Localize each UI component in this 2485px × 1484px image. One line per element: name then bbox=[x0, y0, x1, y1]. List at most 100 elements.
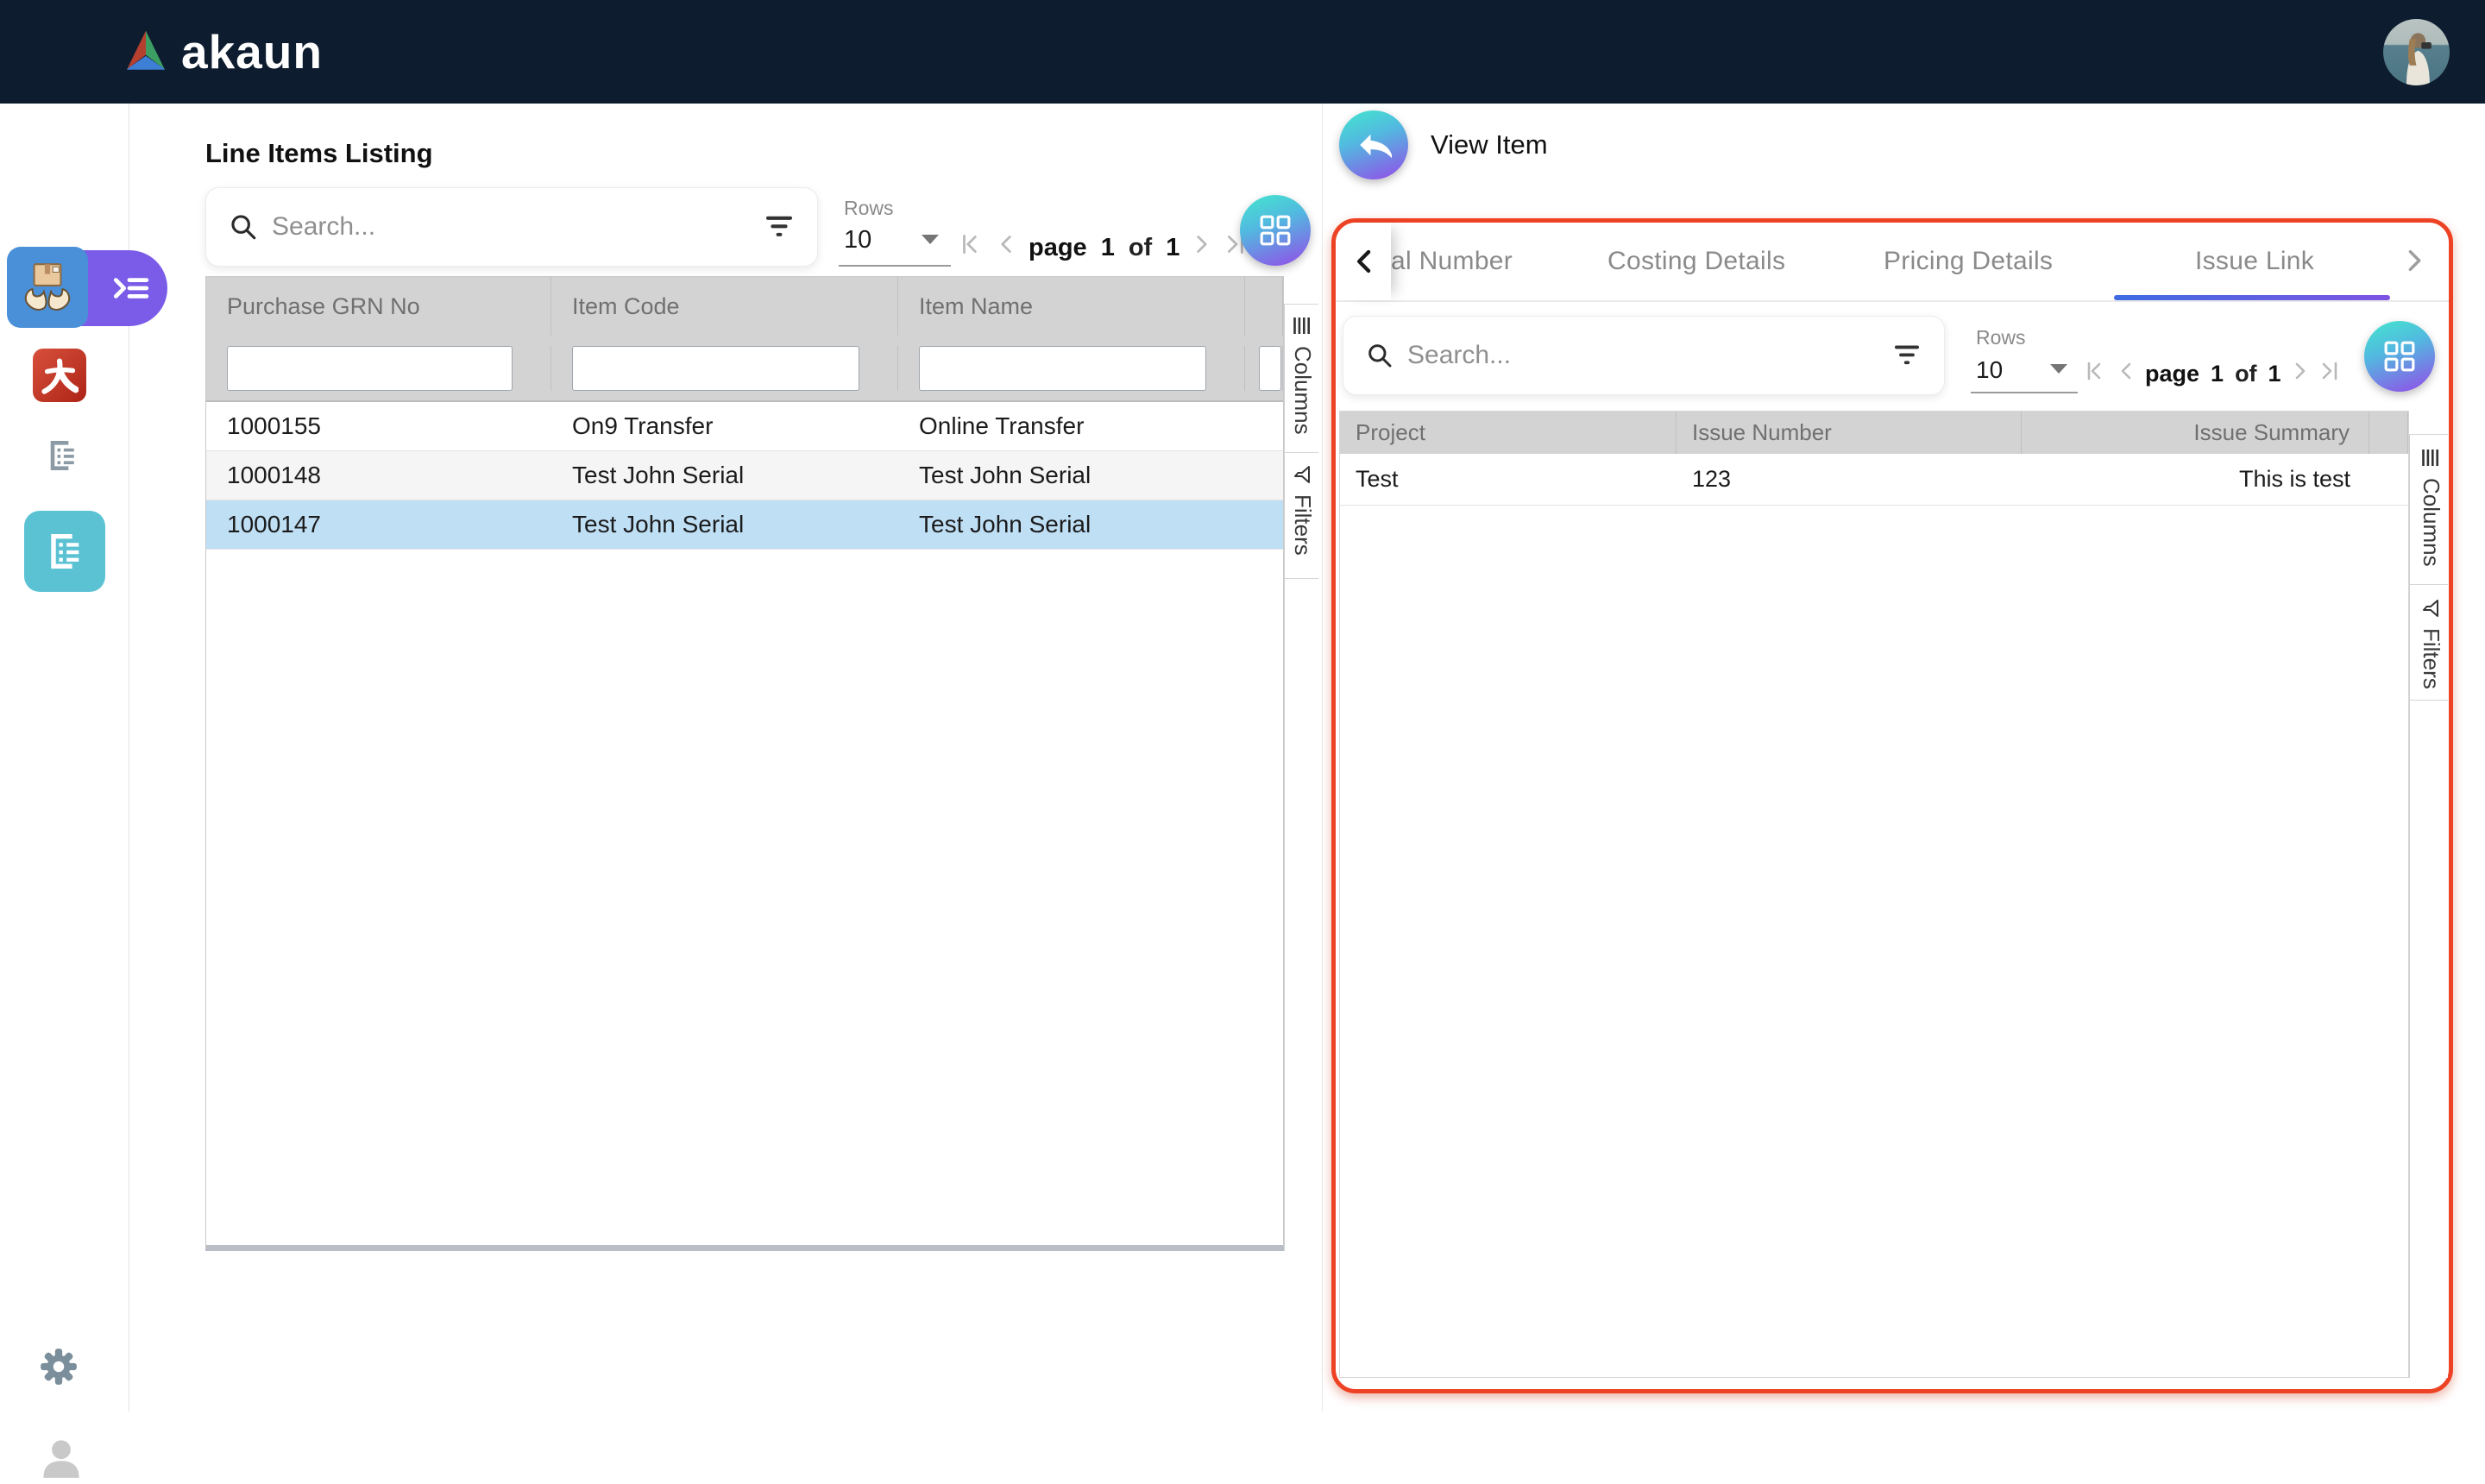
table-row-selected[interactable]: 1000147 Test John Serial Test John Seria… bbox=[206, 500, 1283, 550]
da-character-icon bbox=[41, 356, 79, 394]
columns-bars-icon bbox=[1293, 317, 1312, 336]
hands-holding-box-icon bbox=[19, 259, 76, 316]
first-page-button[interactable] bbox=[959, 231, 982, 264]
rows-select-underline bbox=[839, 265, 951, 267]
filter-funnel-icon bbox=[2422, 599, 2441, 618]
column-filter-input[interactable] bbox=[919, 346, 1206, 391]
chevron-right-icon bbox=[116, 280, 123, 297]
next-page-button[interactable] bbox=[2293, 359, 2310, 389]
view-item-card: al Number Costing Details Pricing Detail… bbox=[1331, 218, 2453, 1393]
prev-page-button[interactable] bbox=[996, 231, 1015, 264]
cell-item-name: Online Transfer bbox=[898, 402, 1245, 450]
tabs-scroll-right-button[interactable] bbox=[2404, 247, 2425, 279]
gear-icon bbox=[38, 1346, 79, 1387]
column-header[interactable]: Issue Number bbox=[1677, 412, 2022, 454]
search-icon bbox=[229, 212, 258, 242]
columns-strip-label: Columns bbox=[1289, 346, 1316, 435]
cell-purchase-grn-no: 1000148 bbox=[206, 451, 551, 500]
sidebar-item-brand-da[interactable] bbox=[33, 349, 86, 402]
profile-button[interactable] bbox=[40, 1437, 83, 1484]
search-icon bbox=[1366, 342, 1393, 369]
sidebar-item-documents[interactable] bbox=[43, 437, 81, 479]
filters-strip-tab[interactable]: Filters bbox=[1285, 453, 1318, 579]
filter-list-icon[interactable] bbox=[1892, 343, 1922, 368]
cell-project: Test bbox=[1340, 454, 1677, 505]
table-row[interactable]: 1000155 On9 Transfer Online Transfer bbox=[206, 402, 1283, 451]
first-page-button[interactable] bbox=[2085, 359, 2105, 389]
tab-costing-details[interactable]: Costing Details bbox=[1607, 223, 1785, 300]
table-header-row: Project Issue Number Issue Summary bbox=[1340, 412, 2408, 454]
table-side-strip: Columns Filters bbox=[2409, 434, 2448, 1378]
back-button[interactable] bbox=[1339, 110, 1408, 179]
rows-per-page-select[interactable]: 10 bbox=[1976, 356, 2003, 384]
rows-per-page-select[interactable]: 10 bbox=[844, 226, 871, 255]
page-total: 1 bbox=[1166, 234, 1180, 262]
document-list-icon bbox=[43, 437, 81, 475]
active-tab-indicator bbox=[2114, 295, 2390, 300]
cell-item-code: On9 Transfer bbox=[551, 402, 898, 450]
tabs-scroll-left-button[interactable] bbox=[1336, 223, 1391, 300]
column-header[interactable]: Purchase GRN No bbox=[206, 277, 551, 336]
cell-item-name: Test John Serial bbox=[898, 500, 1245, 549]
table-header-row: Purchase GRN No Item Code Item Name bbox=[206, 277, 1283, 336]
user-avatar[interactable] bbox=[2383, 19, 2450, 85]
sidebar-item-inventory[interactable] bbox=[7, 247, 88, 328]
pagination: page 1 of 1 bbox=[2085, 359, 2342, 389]
column-header-truncated bbox=[1245, 277, 1283, 336]
rows-select-underline bbox=[1971, 392, 2078, 393]
filters-strip-label: Filters bbox=[2418, 628, 2444, 689]
column-header[interactable]: Project bbox=[1340, 412, 1677, 454]
filter-funnel-icon bbox=[1293, 465, 1312, 484]
column-filter-input[interactable] bbox=[227, 346, 513, 391]
prev-page-button[interactable] bbox=[2117, 359, 2134, 389]
chevron-right-icon bbox=[2404, 247, 2425, 274]
table-side-strip: Columns Filters bbox=[1284, 304, 1318, 1251]
columns-bars-icon bbox=[2422, 449, 2441, 468]
search-input[interactable] bbox=[1407, 341, 1892, 370]
pagination: page 1 of 1 bbox=[959, 231, 1249, 264]
grid-view-button[interactable] bbox=[2364, 321, 2435, 392]
filters-strip-tab[interactable]: Filters bbox=[2410, 585, 2448, 701]
columns-strip-tab[interactable]: Columns bbox=[2410, 435, 2448, 585]
brand-name: akaun bbox=[181, 24, 323, 79]
table-filter-row bbox=[206, 336, 1283, 402]
cell-item-code: Test John Serial bbox=[551, 500, 898, 549]
document-list-icon bbox=[42, 529, 87, 574]
next-page-button[interactable] bbox=[1193, 231, 1212, 264]
page-total: 1 bbox=[2268, 361, 2281, 387]
page-current: 1 bbox=[1101, 234, 1115, 262]
table-row[interactable]: 1000148 Test John Serial Test John Seria… bbox=[206, 451, 1283, 500]
filter-list-icon[interactable] bbox=[764, 214, 795, 240]
app-sidebar bbox=[0, 104, 129, 1412]
table-row[interactable]: Test 123 This is test bbox=[1340, 454, 2408, 506]
issue-link-table: Project Issue Number Issue Summary Test … bbox=[1339, 411, 2409, 1378]
grid-icon bbox=[2383, 340, 2416, 373]
rows-label: Rows bbox=[1976, 326, 2026, 349]
page-title: Line Items Listing bbox=[205, 138, 433, 169]
search-input[interactable] bbox=[272, 212, 764, 242]
line-items-search bbox=[205, 187, 818, 267]
tab-pricing-details[interactable]: Pricing Details bbox=[1884, 223, 2053, 300]
akaun-logo-icon bbox=[121, 24, 171, 82]
column-filter-input[interactable] bbox=[572, 346, 859, 391]
last-page-button[interactable] bbox=[2321, 359, 2342, 389]
sidebar-item-line-items[interactable] bbox=[24, 511, 105, 592]
grid-view-button[interactable] bbox=[1240, 195, 1311, 266]
back-arrow-icon bbox=[1356, 127, 1392, 163]
chevron-down-icon[interactable] bbox=[2050, 364, 2067, 374]
column-filter-input[interactable] bbox=[1259, 346, 1281, 391]
columns-strip-tab[interactable]: Columns bbox=[1285, 305, 1318, 453]
column-header[interactable]: Issue Summary bbox=[2022, 412, 2369, 454]
line-items-table: Purchase GRN No Item Code Item Name 1000… bbox=[205, 276, 1284, 1251]
tab-issue-link-active[interactable]: Issue Link bbox=[2195, 223, 2314, 300]
column-header[interactable]: Item Name bbox=[898, 277, 1245, 336]
tab-serial-number[interactable]: al Number bbox=[1391, 223, 1513, 300]
tab-bar: al Number Costing Details Pricing Detail… bbox=[1336, 223, 2449, 302]
column-header[interactable]: Item Code bbox=[551, 277, 898, 336]
cell-issue-number: 123 bbox=[1677, 454, 2022, 505]
page-label: page bbox=[1029, 234, 1087, 262]
chevron-down-icon[interactable] bbox=[922, 235, 939, 244]
columns-strip-label: Columns bbox=[2418, 478, 2444, 567]
settings-button[interactable] bbox=[38, 1346, 79, 1392]
page-label: page bbox=[2145, 361, 2199, 387]
